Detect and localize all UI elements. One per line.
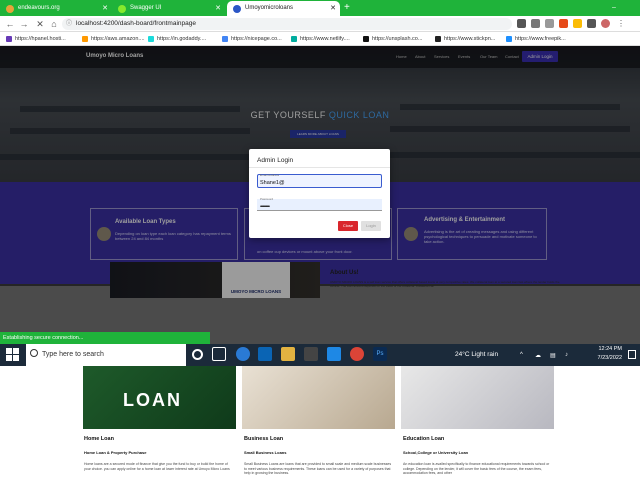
product-title: Business Loan: [244, 436, 284, 442]
close-icon[interactable]: ✕: [215, 1, 221, 16]
password-value[interactable]: ••••••••••••: [260, 204, 270, 210]
password-label: Password: [260, 197, 274, 201]
vscode-icon[interactable]: [327, 347, 341, 361]
share-icon[interactable]: [531, 19, 540, 28]
login-button[interactable]: Login: [361, 221, 381, 231]
modal-divider: [249, 167, 390, 168]
education-loan-image: [401, 366, 554, 429]
product-title: Home Loan: [84, 436, 114, 442]
email-label: Email Address: [260, 173, 280, 177]
close-icon[interactable]: ✕: [330, 1, 336, 16]
tray-chevron-icon[interactable]: ^: [520, 352, 523, 358]
swagger-favicon-icon: [118, 5, 126, 13]
volume-icon[interactable]: ♪: [565, 352, 568, 358]
bookmark-item[interactable]: https://www.freepik...: [506, 34, 566, 44]
bookmark-item[interactable]: https://aws.amazon....: [82, 34, 145, 44]
modal-title: Admin Login: [257, 157, 294, 164]
product-text: Small Business Loans are loans that are …: [244, 462, 392, 475]
url-bar[interactable]: ⓘ localhost:4200/dash-board/frontmainpag…: [62, 18, 512, 30]
puzzle-icon[interactable]: [587, 19, 596, 28]
business-loan-image: [242, 366, 395, 429]
stop-icon[interactable]: ✕: [34, 17, 46, 31]
chrome-icon[interactable]: [350, 347, 364, 361]
site-favicon-icon: [6, 5, 14, 13]
product-subtitle: Small Business Loans: [244, 450, 287, 455]
home-icon[interactable]: ⌂: [48, 17, 60, 31]
forward-icon[interactable]: →: [18, 17, 30, 31]
product-text: An education loan is availed specificall…: [403, 462, 550, 475]
notification-icon[interactable]: [628, 350, 636, 359]
cortana-icon[interactable]: [192, 349, 203, 360]
bookmark-item[interactable]: https://www.netlify....: [291, 34, 350, 44]
key-icon[interactable]: [517, 19, 526, 28]
site-favicon-icon: [233, 5, 241, 13]
windows-start-icon[interactable]: [6, 348, 20, 362]
onedrive-icon[interactable]: ☁: [535, 352, 541, 359]
status-bar: Establishing secure connection...: [0, 332, 210, 344]
tab-swagger[interactable]: Swagger UI ✕: [112, 1, 225, 16]
photoshop-icon[interactable]: Ps: [373, 347, 387, 361]
file-explorer-icon[interactable]: [281, 347, 295, 361]
bookmark-item[interactable]: https://nicepage.co...: [222, 34, 282, 44]
close-icon[interactable]: ✕: [102, 1, 108, 16]
close-button[interactable]: Close: [338, 221, 358, 231]
info-icon: ⓘ: [66, 21, 73, 27]
terminal-icon[interactable]: [304, 347, 318, 361]
new-tab-button[interactable]: +: [344, 1, 350, 15]
bookmark-item[interactable]: https://hpanel.hosti...: [6, 34, 66, 44]
password-field[interactable]: [257, 199, 382, 211]
home-loan-image: LOAN: [83, 366, 236, 429]
back-icon[interactable]: ←: [4, 17, 16, 31]
product-subtitle: School,College or University Loan: [403, 450, 469, 455]
taskbar-search[interactable]: Type here to search: [26, 344, 186, 366]
product-text: Home loans are a secured mode of finance…: [84, 462, 230, 471]
search-icon: [30, 349, 38, 357]
bookmark-item[interactable]: https://unsplash.co...: [363, 34, 422, 44]
tab-endeavours[interactable]: endeavours.org ✕: [0, 1, 112, 16]
email-value[interactable]: Shane1@: [260, 180, 285, 186]
edge-icon[interactable]: [236, 347, 250, 361]
avatar[interactable]: [601, 19, 610, 28]
network-icon[interactable]: ▤: [550, 352, 556, 359]
product-subtitle: Home Loan & Property Purchase: [84, 450, 147, 455]
bookmark-item[interactable]: https://www.stickpn...: [435, 34, 495, 44]
tab-umoyo[interactable]: Umoyomicroloans ✕: [227, 1, 340, 16]
product-title: Education Loan: [403, 436, 445, 442]
extension-icon[interactable]: [573, 19, 582, 28]
outlook-icon[interactable]: [258, 347, 272, 361]
star-icon[interactable]: [545, 19, 554, 28]
clock[interactable]: 12:24 PM 7/23/2022: [582, 345, 622, 363]
bookmark-item[interactable]: https://in.godaddy....: [148, 34, 206, 44]
extension-icon[interactable]: [559, 19, 568, 28]
weather-widget[interactable]: 24°C Light rain: [455, 344, 498, 366]
menu-icon[interactable]: ⋮: [617, 19, 626, 28]
task-view-icon[interactable]: [212, 347, 226, 361]
